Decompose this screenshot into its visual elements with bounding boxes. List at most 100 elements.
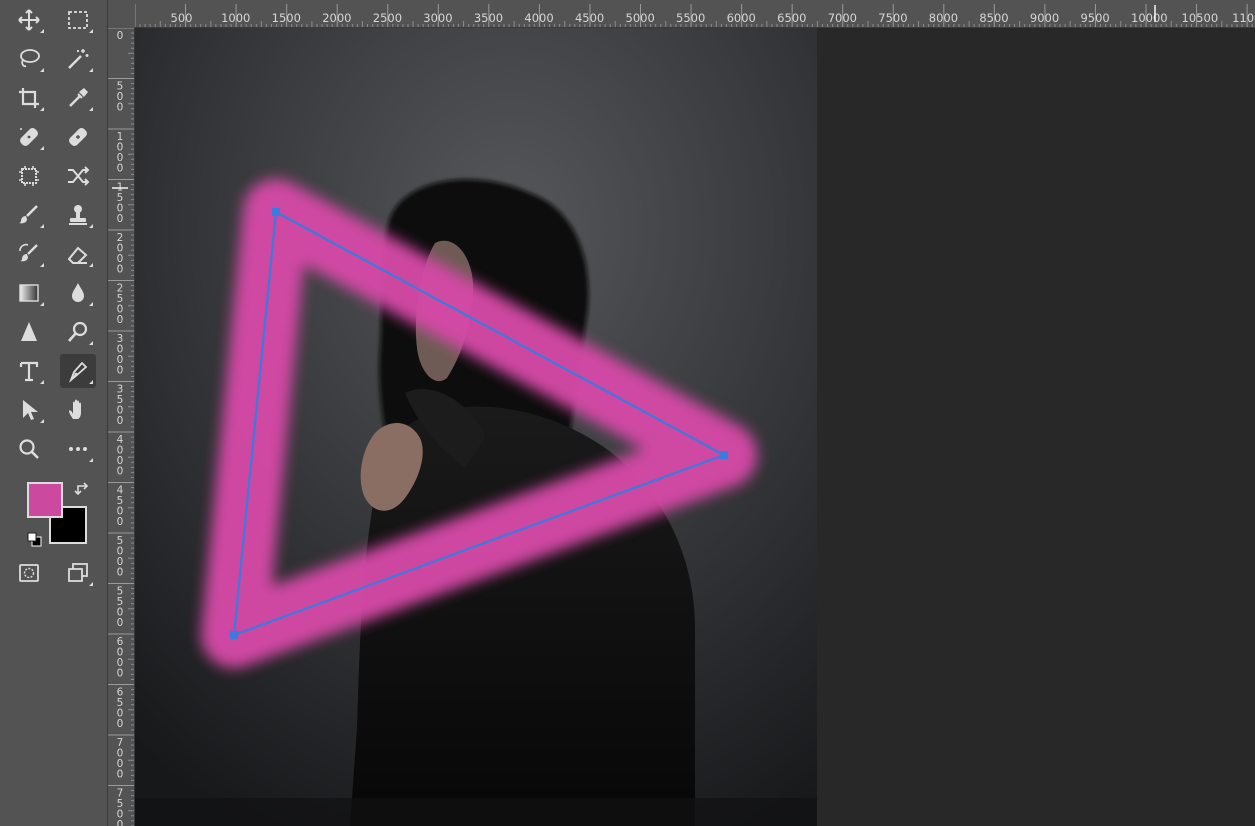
move-tool[interactable] [11,3,47,37]
spot-healing-tool[interactable] [11,120,47,154]
ruler-label: 2000 [322,11,351,25]
history-brush-icon [19,243,38,262]
photo-image [135,28,817,826]
foreground-color-swatch[interactable] [27,482,63,518]
svg-text:0: 0 [117,516,124,528]
magic-wand-tool[interactable] [60,42,96,76]
flyout-indicator [89,582,93,586]
lasso-tool[interactable] [11,42,47,76]
crop-icon [19,88,39,108]
shuffle-icon [68,166,90,186]
marquee-tool[interactable] [60,3,96,37]
document-canvas[interactable] [135,28,817,826]
ruler-label: 7500 [117,788,124,826]
flyout-indicator [89,341,93,345]
gradient-tool[interactable] [11,276,47,310]
ruler-label: 5500 [676,11,705,25]
clone-stamp-tool[interactable] [60,198,96,232]
ruler-label: 8000 [929,11,958,25]
crop-tool[interactable] [11,81,47,115]
flyout-indicator [89,29,93,33]
svg-text:0: 0 [117,264,124,276]
ruler-label: 7000 [117,737,124,781]
sharpen-tool[interactable] [11,315,47,349]
eraser-tool[interactable] [60,237,96,271]
hand-tool[interactable] [60,393,96,427]
healing-brush-tool[interactable] [60,120,96,154]
flyout-indicator [89,107,93,111]
ruler-label: 3500 [117,384,124,428]
blur-tool[interactable] [60,276,96,310]
zoom-icon [19,439,39,459]
flyout-indicator [40,419,44,423]
move-icon [18,9,40,31]
triangle-icon [21,322,37,341]
ruler-label: 4000 [524,11,553,25]
flyout-indicator [89,302,93,306]
svg-text:0: 0 [117,769,124,781]
ruler-label: 2000 [117,232,124,276]
red-eye-tool[interactable] [60,159,96,193]
more-tools[interactable] [60,432,96,466]
patch-icon [19,166,39,186]
ruler-vertical-scale: 0500100015002000250030003500400045005000… [108,28,134,826]
flyout-indicator [89,380,93,384]
ruler-label: 5000 [626,11,655,25]
pen-tool[interactable] [60,354,96,388]
history-brush-tool[interactable] [11,237,47,271]
ruler-label: 1000 [221,11,250,25]
ruler-label: 4000 [117,434,124,478]
svg-text:0: 0 [117,466,124,478]
ruler-label: 9500 [1080,11,1109,25]
screen-mode-button[interactable] [60,556,96,590]
ruler-horizontal[interactable]: 500 1000 1500 2000 2500 3000 3500 4000 4500 5000 5… [135,0,1255,28]
svg-text:0: 0 [117,163,124,175]
svg-text:0: 0 [117,30,124,42]
ruler-label: 4500 [117,485,124,529]
default-colors-icon[interactable] [25,530,45,550]
ellipsis-icon [69,447,87,451]
swap-colors-icon[interactable] [74,480,92,498]
flyout-indicator [40,68,44,72]
flyout-indicator [89,263,93,267]
ruler-label: 4500 [575,11,604,25]
anchor-point[interactable] [720,451,728,459]
ruler-label: 5000 [117,535,124,579]
brush-tool[interactable] [11,198,47,232]
ruler-label: 2500 [117,283,124,327]
eyedropper-tool[interactable] [60,81,96,115]
ruler-corner [108,0,135,28]
ruler-label: 2500 [373,11,402,25]
ruler-label: 500 [171,11,193,25]
quick-mask-button[interactable] [11,556,47,590]
ruler-label: 8500 [979,11,1008,25]
ruler-label: 7000 [828,11,857,25]
ruler-label: 1000 [117,131,124,175]
svg-text:0: 0 [117,213,124,225]
dodge-tool[interactable] [60,315,96,349]
dodge-icon [68,321,88,342]
svg-text:0: 0 [117,668,124,680]
ruler-label: 6000 [117,636,124,680]
path-selection-tool[interactable] [11,393,47,427]
svg-text:0: 0 [117,102,124,114]
eyedropper-icon [69,88,88,107]
content-aware-move-tool[interactable] [11,159,47,193]
svg-text:0: 0 [117,314,124,326]
rect-marquee-icon [68,11,88,29]
zoom-tool[interactable] [11,432,47,466]
flyout-indicator [89,458,93,462]
type-tool[interactable] [11,354,47,388]
svg-text:0: 0 [117,365,124,377]
ruler-label: 9000 [1030,11,1059,25]
anchor-point[interactable] [230,631,238,639]
flyout-indicator [40,380,44,384]
flyout-indicator [40,302,44,306]
svg-text:0: 0 [117,819,124,826]
ruler-label: 7500 [878,11,907,25]
ruler-vertical[interactable]: 0500100015002000250030003500400045005000… [108,28,135,826]
ruler-label: 5500 [117,586,124,630]
spot-healing-icon [20,128,38,146]
anchor-point[interactable] [272,208,280,216]
svg-text:0: 0 [117,567,124,579]
